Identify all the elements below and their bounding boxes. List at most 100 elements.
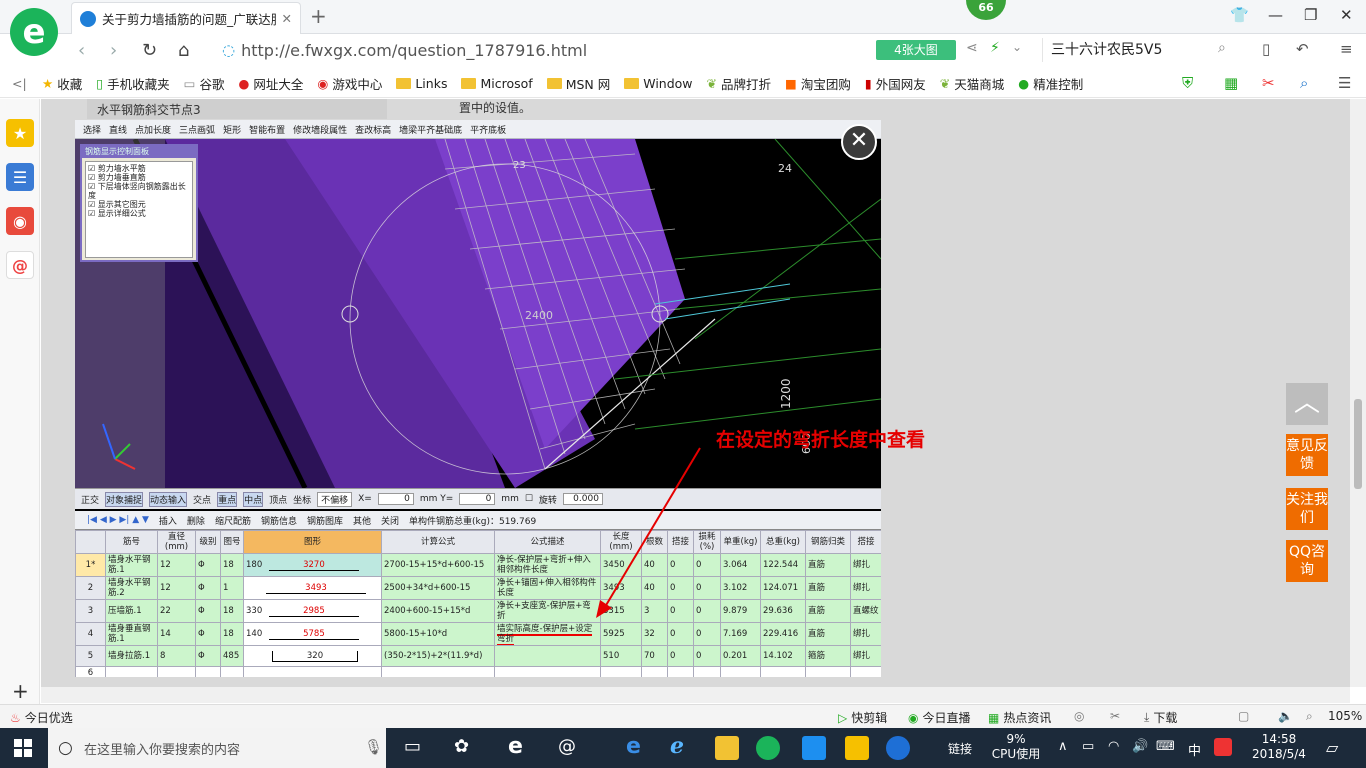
bookmark-mobile[interactable]: ▯ 手机收藏夹 <box>96 74 169 93</box>
lightning-icon[interactable]: ⚡ <box>990 40 1000 56</box>
scroll-thumb[interactable] <box>1354 399 1362 489</box>
menu-icon[interactable]: ≡ <box>1340 40 1353 58</box>
tool-line[interactable]: 直线 <box>109 123 127 136</box>
minimize-icon[interactable]: — <box>1268 6 1283 24</box>
close-lightbox-button[interactable]: ✕ <box>841 124 877 160</box>
snap-object[interactable]: 对象捕捉 <box>105 491 144 507</box>
tool-elevation[interactable]: 查改标高 <box>355 123 391 136</box>
snap-intersection[interactable]: 交点 <box>193 493 211 506</box>
bookmark-google[interactable]: ▭ 谷歌 <box>184 74 225 93</box>
weibo-icon[interactable]: ◉ <box>6 207 34 235</box>
search-icon[interactable]: ⌕ <box>1218 40 1226 56</box>
table-rebar-info[interactable]: 钢筋信息 <box>261 514 297 527</box>
bookmark-precise[interactable]: ● 精准控制 <box>1018 74 1083 93</box>
tool-edit-wall[interactable]: 修改墙段属性 <box>293 123 347 136</box>
home-icon[interactable]: ⌂ <box>178 40 189 61</box>
tray-up-icon[interactable]: ∧ <box>1058 739 1068 754</box>
add-icon[interactable]: + <box>12 679 29 703</box>
offset-select[interactable]: 不偏移 <box>317 491 353 507</box>
forward-icon[interactable]: › <box>110 40 117 61</box>
file-explorer-icon[interactable] <box>715 736 739 760</box>
bookmark-taobao[interactable]: ■ 淘宝团购 <box>785 74 851 93</box>
table-row[interactable]: 2 墙身水平钢筋.2 12 Φ1 3493 2500+34*d+600-15 净长+锚… <box>75 576 881 600</box>
bookmark-sites[interactable]: ● 网址大全 <box>238 74 303 93</box>
email-icon[interactable]: @ <box>6 251 34 279</box>
panel-option[interactable]: ☑ 下层墙体竖向钢筋露出长度 <box>88 182 190 200</box>
restore-icon[interactable]: ❐ <box>1304 6 1317 24</box>
panel-option[interactable]: ☑ 显示详细公式 <box>88 209 190 218</box>
tool-rect[interactable]: 矩形 <box>223 123 241 136</box>
undo-icon[interactable]: ↶ <box>1296 40 1309 58</box>
fan-app-icon[interactable]: ✿ <box>454 736 469 757</box>
table-row[interactable]: 5 墙身拉筋.1 8 Φ 485 320 (350-2*15)+2*(11.9*d) 5… <box>75 645 881 667</box>
edge-icon[interactable]: e <box>626 734 641 759</box>
taskbar-search-input[interactable]: 在这里输入你要搜索的内容 <box>48 728 386 768</box>
tool-point-length[interactable]: 点加长度 <box>135 123 171 136</box>
table-scale-rebar[interactable]: 缩尺配筋 <box>215 514 251 527</box>
today-live[interactable]: ◉ 今日直播 <box>908 709 971 726</box>
zoom-level[interactable]: 105% <box>1328 709 1362 723</box>
downloads[interactable]: ⤓ 下载 <box>1144 709 1177 726</box>
reading-icon[interactable]: ☰ <box>6 163 34 191</box>
browser-tab[interactable]: 关于剪力墙插筋的问题_广联达服 ✕ <box>71 2 301 34</box>
g-app-icon[interactable] <box>886 736 910 760</box>
browser-360-icon[interactable] <box>756 736 780 760</box>
wifi-icon[interactable]: ◠ <box>1108 739 1119 754</box>
table-insert[interactable]: 插入 <box>159 514 177 527</box>
microphone-icon[interactable]: 🎙 <box>364 738 383 756</box>
bookmark-foreign[interactable]: ▮ 外国网友 <box>865 74 926 93</box>
bookmark-tmall[interactable]: ❦ 天猫商城 <box>940 74 1005 93</box>
favorites-star-icon[interactable]: ★ <box>6 119 34 147</box>
speed-icon[interactable]: ◎ <box>1074 709 1084 723</box>
ime-indicator[interactable]: 中 <box>1188 740 1201 759</box>
tool-smart-place[interactable]: 智能布置 <box>249 123 285 136</box>
scissors-icon[interactable]: ✂ <box>1262 74 1275 92</box>
table-row[interactable]: 6 <box>75 666 881 677</box>
scissors-icon[interactable]: ✂ <box>1110 709 1120 723</box>
notification-icon[interactable]: ▱ <box>1326 738 1338 757</box>
battery-icon[interactable]: ▭ <box>1082 739 1094 754</box>
url-text[interactable]: http://e.fwxgx.com/question_1787916.html <box>241 41 587 60</box>
tool-select[interactable]: 选择 <box>83 123 101 136</box>
hot-news[interactable]: ▦ 热点资讯 <box>988 709 1051 726</box>
table-row[interactable]: 4 墙身垂直钢筋.1 14 Φ 18 140 5785 5800-15+10*d 墙实… <box>75 622 881 646</box>
qq-consult-button[interactable]: QQ咨询 <box>1286 540 1328 582</box>
phone-icon[interactable]: ▯ <box>1262 40 1270 58</box>
snap-ortho[interactable]: 正交 <box>81 493 99 506</box>
y-input[interactable]: 0 <box>459 493 496 505</box>
sound-icon[interactable]: 🔈 <box>1278 709 1293 723</box>
tool-align-slab[interactable]: 平齐底板 <box>470 123 506 136</box>
sidebar-toggle-icon[interactable]: <| <box>12 76 27 91</box>
refresh-icon[interactable]: ↻ <box>142 40 157 61</box>
bookmark-windows[interactable]: Window <box>624 76 693 91</box>
notes-icon[interactable] <box>845 736 869 760</box>
snap-endpoint[interactable]: 重点 <box>217 491 238 507</box>
new-tab-button[interactable]: + <box>310 4 327 28</box>
tool-align-foundation[interactable]: 墙梁平齐基础底 <box>399 123 462 136</box>
quick-clip[interactable]: ▷ 快剪辑 <box>838 709 887 726</box>
share-icon[interactable]: ⋖ <box>966 40 978 56</box>
address-bar[interactable]: ◌ http://e.fwxgx.com/question_1787916.ht… <box>222 38 882 62</box>
money-shield-icon[interactable]: ⛨ <box>1182 74 1193 92</box>
bookmark-brand[interactable]: ❦ 品牌打折 <box>707 74 772 93</box>
spiral-app-icon[interactable]: @ <box>558 736 576 757</box>
table-rebar-library[interactable]: 钢筋图库 <box>307 514 343 527</box>
close-tab-icon[interactable]: ✕ <box>282 11 292 26</box>
link-label[interactable]: 链接 <box>948 740 972 757</box>
more-icon[interactable]: ☰ <box>1338 74 1351 92</box>
bookmark-msn[interactable]: MSN 网 <box>546 74 610 93</box>
close-window-icon[interactable]: ✕ <box>1340 6 1353 24</box>
task-view-icon[interactable]: ▭ <box>404 736 421 757</box>
shirt-skin-icon[interactable]: 👕 <box>1230 6 1249 24</box>
today-picks[interactable]: ♨ 今日优选 <box>10 709 73 726</box>
search-input[interactable]: 三十六计农民5V5 <box>1042 38 1242 62</box>
big-image-button[interactable]: 4张大图 <box>876 40 956 60</box>
notification-badge[interactable]: 66 <box>966 0 1006 20</box>
follow-button[interactable]: 关注我们 <box>1286 488 1328 530</box>
chevron-down-icon[interactable]: ⌄ <box>1012 40 1022 54</box>
zoom-icon[interactable]: ⌕ <box>1306 709 1313 724</box>
cpu-usage[interactable]: 9% CPU使用 <box>990 732 1042 762</box>
window-icon[interactable]: ▢ <box>1238 709 1249 723</box>
keyboard-icon[interactable]: ⌨ <box>1156 739 1175 754</box>
snap-dynamic[interactable]: 动态输入 <box>149 491 188 507</box>
